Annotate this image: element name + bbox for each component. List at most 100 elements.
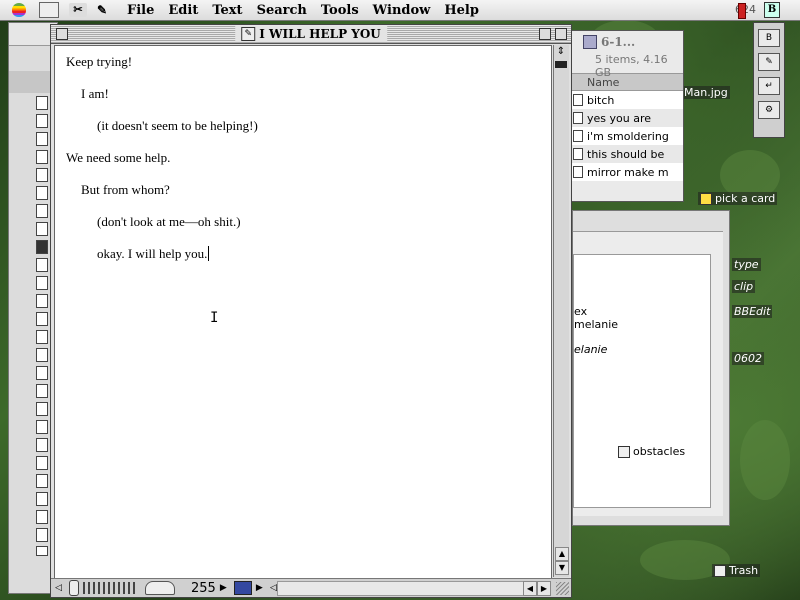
desktop-file-label[interactable]: Man.jpg xyxy=(682,86,730,99)
split-bar-icon[interactable]: ⇕ xyxy=(555,46,567,58)
document-icon[interactable] xyxy=(36,186,48,200)
document-icon[interactable] xyxy=(36,294,48,308)
application-switcher-icon[interactable]: B xyxy=(764,2,780,18)
bbedit-icon[interactable]: B xyxy=(758,29,780,47)
text-caret xyxy=(208,246,210,261)
text-line: But from whom? xyxy=(81,182,170,197)
text-line-content: okay. I will help you. xyxy=(97,246,208,261)
app-menu-icon[interactable] xyxy=(39,2,59,18)
document-window[interactable]: ✎ I WILL HELP YOU Keep trying! I am! (it… xyxy=(50,24,572,598)
collapse-box-icon[interactable] xyxy=(555,28,567,40)
document-icon[interactable] xyxy=(36,96,48,110)
document-icon xyxy=(618,446,630,458)
scroll-up-arrow-icon[interactable]: ▲ xyxy=(555,547,569,561)
desktop-item-label: pick a card xyxy=(715,192,776,205)
script-icon[interactable]: ↵ xyxy=(758,77,780,95)
document-icon[interactable] xyxy=(36,330,48,344)
document-icon[interactable] xyxy=(36,312,48,326)
menu-file[interactable]: File xyxy=(120,3,161,18)
document-icon[interactable] xyxy=(36,420,48,434)
list-item[interactable]: i'm smoldering xyxy=(571,127,683,145)
menu-tools[interactable]: Tools xyxy=(314,3,366,18)
document-icon[interactable] xyxy=(36,438,48,452)
list-item[interactable]: yes you are xyxy=(571,109,683,127)
text-line: I am! xyxy=(81,86,109,101)
document-icon[interactable] xyxy=(36,384,48,398)
document-icon[interactable] xyxy=(36,402,48,416)
background-window[interactable]: ex melanie elanie obstacles xyxy=(572,210,730,526)
document-icon[interactable] xyxy=(36,456,48,470)
menu-text[interactable]: Text xyxy=(205,3,249,18)
content-pane[interactable]: ex melanie elanie obstacles xyxy=(573,254,711,508)
desktop-item-0602[interactable]: 0602 xyxy=(732,352,764,365)
item-label: obstacles xyxy=(633,445,686,458)
scroll-right-arrow-icon[interactable]: ▶ xyxy=(537,581,551,596)
desktop-item-pick-a-card[interactable]: pick a card xyxy=(698,192,778,205)
document-icon[interactable] xyxy=(36,132,48,146)
document-icon[interactable] xyxy=(36,114,48,128)
document-icon[interactable] xyxy=(36,546,48,556)
scissors-icon[interactable]: ✂ xyxy=(69,3,87,17)
floating-palette[interactable]: B ✎ ↵ ⚙ xyxy=(753,22,785,138)
flag-arrow-icon[interactable]: ▶ xyxy=(256,581,266,595)
menu-search[interactable]: Search xyxy=(250,3,314,18)
trash-label: Trash xyxy=(729,564,759,577)
settings-icon[interactable]: ⚙ xyxy=(758,101,780,119)
document-icon[interactable] xyxy=(36,510,48,524)
document-icon[interactable] xyxy=(36,240,48,254)
scroll-thumb[interactable] xyxy=(555,61,567,68)
desktop-item-clip[interactable]: clip xyxy=(732,280,756,293)
obstacles-item[interactable]: obstacles xyxy=(618,445,685,458)
document-icon[interactable] xyxy=(36,366,48,380)
text-line: We need some help. xyxy=(66,150,171,165)
document-icon xyxy=(573,130,583,142)
window-title-bar[interactable]: ✎ I WILL HELP YOU xyxy=(51,25,571,44)
flag-icon[interactable] xyxy=(233,581,252,595)
close-box-icon[interactable] xyxy=(56,28,68,40)
finder-title-bar[interactable]: 6-1... xyxy=(571,31,683,53)
text-line: okay. I will help you. xyxy=(97,246,210,262)
document-icon[interactable] xyxy=(36,528,48,542)
file-name: bitch xyxy=(587,93,615,107)
resize-grip-icon[interactable] xyxy=(556,582,569,595)
tools-icon[interactable]: ✎ xyxy=(758,53,780,71)
apple-menu-icon[interactable] xyxy=(12,3,26,17)
document-proxy-icon[interactable]: ✎ xyxy=(241,27,256,41)
desktop-item-bbedit[interactable]: BBEdit xyxy=(732,305,773,318)
finder-column-name[interactable]: Name xyxy=(571,73,683,91)
menu-help[interactable]: Help xyxy=(437,3,486,18)
file-name: this should be xyxy=(587,147,665,161)
document-icon[interactable] xyxy=(36,204,48,218)
counter-arrow-icon[interactable]: ▶ xyxy=(220,581,230,595)
left-arrow-icon[interactable]: ◁ xyxy=(55,581,65,595)
card-icon xyxy=(700,193,712,205)
battery-icon[interactable] xyxy=(738,3,746,19)
document-icon[interactable] xyxy=(36,348,48,362)
status-bar: ◁ 255 ▶ ▶ ◁▷ ◀ ▶ xyxy=(51,578,571,597)
scroll-left-arrow-icon[interactable]: ◀ xyxy=(523,581,537,596)
document-icon[interactable] xyxy=(36,222,48,236)
horizontal-scrollbar[interactable] xyxy=(277,581,537,596)
menu-edit[interactable]: Edit xyxy=(161,3,205,18)
zoom-box-icon[interactable] xyxy=(539,28,551,40)
document-icon[interactable] xyxy=(36,168,48,182)
document-icon[interactable] xyxy=(36,474,48,488)
speedometer-icon[interactable] xyxy=(145,581,175,595)
document-icon[interactable] xyxy=(36,492,48,506)
document-icon[interactable] xyxy=(36,150,48,164)
text-editor[interactable]: Keep trying! I am! (it doesn't seem to b… xyxy=(54,45,552,579)
vertical-scrollbar[interactable]: ⇕ ▲ ▼ xyxy=(553,45,569,577)
finder-window[interactable]: 6-1... 5 items, 4.16 GB Name bitch yes y… xyxy=(570,30,684,202)
list-item[interactable]: bitch xyxy=(571,91,683,109)
list-item[interactable]: mirror make m xyxy=(571,163,683,181)
scroll-down-arrow-icon[interactable]: ▼ xyxy=(555,561,569,575)
list-item[interactable]: this should be xyxy=(571,145,683,163)
menu-window[interactable]: Window xyxy=(366,3,438,18)
document-icon[interactable] xyxy=(36,276,48,290)
document-icon[interactable] xyxy=(36,258,48,272)
file-name: i'm smoldering xyxy=(587,129,669,143)
desktop-item-type[interactable]: type xyxy=(732,258,761,271)
trash[interactable]: Trash xyxy=(712,564,761,577)
script-icon[interactable]: ✎ xyxy=(97,3,115,17)
lock-icon[interactable] xyxy=(69,580,79,596)
